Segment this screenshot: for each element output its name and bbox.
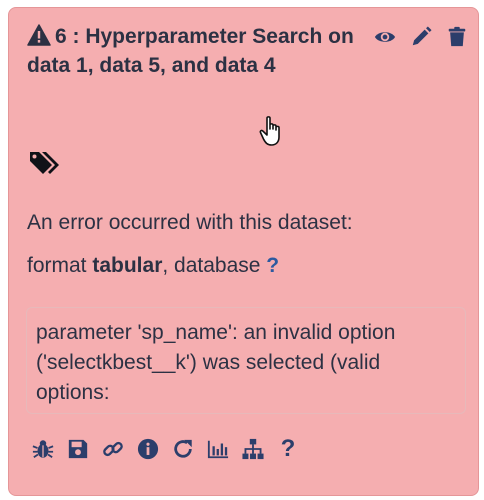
rerun-icon[interactable]: [172, 438, 194, 460]
database-value-link[interactable]: ?: [266, 254, 279, 277]
sitemap-icon[interactable]: [242, 438, 264, 460]
link-icon[interactable]: [102, 438, 124, 460]
pencil-icon[interactable]: [410, 26, 432, 48]
dataset-title-text: 6 : Hyperparameter Search on data 1, dat…: [27, 25, 354, 77]
tags-icon[interactable]: [28, 148, 66, 178]
error-message-box[interactable]: parameter 'sp_name': an invalid option (…: [26, 307, 466, 414]
database-label: , database: [162, 254, 267, 277]
bug-icon[interactable]: [32, 438, 54, 460]
hand-cursor-icon: [259, 116, 280, 146]
error-message: parameter 'sp_name': an invalid option (…: [36, 321, 396, 404]
dataset-title[interactable]: 6 : Hyperparameter Search on data 1, dat…: [27, 22, 367, 80]
info-icon[interactable]: [137, 438, 159, 460]
question-icon[interactable]: ?: [277, 437, 299, 461]
eye-icon[interactable]: [374, 26, 396, 48]
dataset-actions: [374, 26, 468, 48]
chart-icon[interactable]: [207, 438, 229, 460]
format-label: format: [27, 254, 93, 277]
dataset-card: 6 : Hyperparameter Search on data 1, dat…: [8, 7, 479, 496]
warning-icon: [27, 24, 51, 46]
error-heading: An error occurred with this dataset:: [27, 211, 353, 234]
save-icon[interactable]: [67, 438, 89, 460]
trash-icon[interactable]: [446, 26, 468, 48]
format-line: format tabular, database ?: [27, 252, 279, 280]
format-value: tabular: [92, 254, 163, 277]
dataset-toolbar: ?: [32, 437, 299, 461]
